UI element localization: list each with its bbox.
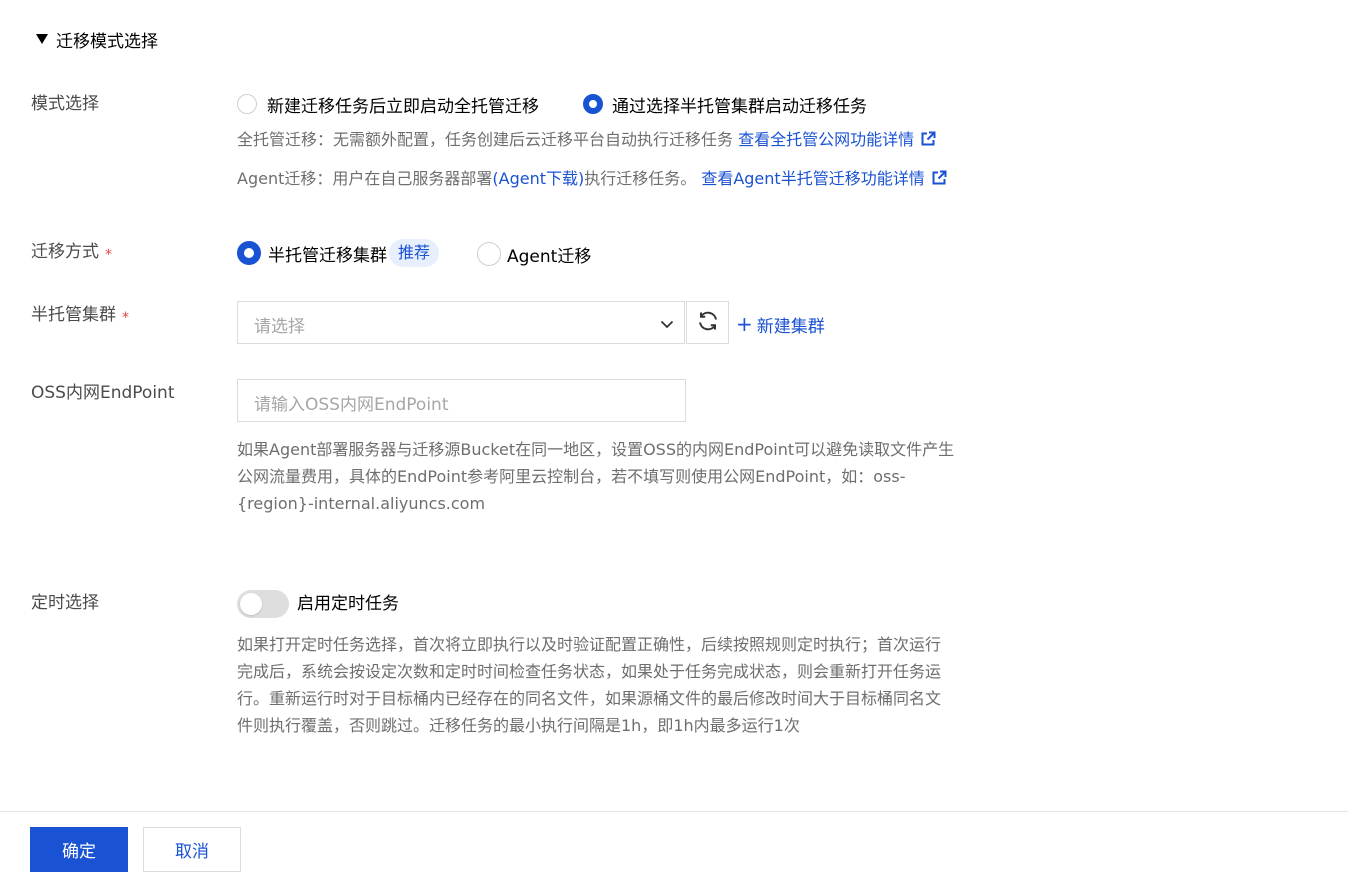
external-link-icon[interactable] [931, 170, 947, 192]
toggle-knob [240, 593, 262, 615]
tip-agent-text: Agent迁移：用户在自己服务器部署 [237, 169, 493, 188]
required-mark: * [105, 247, 112, 263]
mode-option-semi[interactable]: 通过选择半托管集群启动迁移任务 [583, 91, 867, 117]
schedule-help-line: 行。重新运行时对于目标桶内已经存在的同名文件，如果源桶文件的最后修改时间大于目标… [237, 689, 942, 708]
tip-agent-middle: 执行迁移任务。 [584, 169, 702, 188]
section-header[interactable]: 迁移模式选择 [34, 27, 158, 52]
chevron-down-icon [660, 316, 674, 335]
cluster-select-placeholder: 请选择 [254, 317, 305, 337]
section-title: 迁移模式选择 [56, 31, 158, 52]
confirm-button[interactable]: 确定 [30, 827, 128, 872]
cancel-button[interactable]: 取消 [143, 827, 241, 872]
method-option-semi-label: 半托管迁移集群 [268, 245, 387, 266]
mode-option-full[interactable]: 新建迁移任务后立即启动全托管迁移 [237, 91, 539, 117]
tip-full-text: 全托管迁移：无需额外配置，任务创建后云迁移平台自动执行迁移任务 [237, 130, 739, 149]
endpoint-help-line: {region}-internal.aliyuncs.com [237, 494, 486, 513]
method-option-agent[interactable]: Agent迁移 [477, 241, 591, 267]
external-link-icon[interactable] [920, 131, 936, 153]
schedule-help-line: 如果打开定时任务选择，首次将立即执行以及时验证配置正确性，后续按照规则定时执行；… [237, 635, 942, 654]
schedule-toggle[interactable] [237, 590, 289, 618]
method-option-agent-radio[interactable] [477, 242, 501, 266]
mode-option-full-label: 新建迁移任务后立即启动全托管迁移 [267, 96, 539, 117]
endpoint-input[interactable]: 请输入OSS内网EndPoint [237, 379, 686, 422]
plus-icon: + [736, 312, 753, 336]
method-option-agent-label: Agent迁移 [507, 246, 592, 267]
new-cluster-label: 新建集群 [756, 316, 825, 337]
mode-option-semi-label: 通过选择半托管集群启动迁移任务 [612, 96, 867, 117]
refresh-cluster-button[interactable] [686, 301, 729, 344]
endpoint-label: OSS内网EndPoint [31, 383, 175, 403]
full-managed-detail-link[interactable]: 查看全托管公网功能详情 [738, 130, 914, 149]
tip-full-managed: 全托管迁移：无需额外配置，任务创建后云迁移平台自动执行迁移任务 查看全托管公网功… [237, 129, 936, 151]
required-mark: * [122, 310, 129, 326]
endpoint-help-line: 如果Agent部署服务器与迁移源Bucket在同一地区，设置OSS的内网EndP… [237, 440, 955, 459]
agent-download-link[interactable]: (Agent下载) [492, 169, 584, 188]
schedule-help-line: 件则执行覆盖，否则跳过。迁移任务的最小执行间隔是1h，即1h内最多运行1次 [237, 716, 800, 735]
method-label-text: 迁移方式 [31, 242, 99, 262]
tip-agent: Agent迁移：用户在自己服务器部署(Agent下载)执行迁移任务。 查看Age… [237, 168, 947, 190]
schedule-help-line: 完成后，系统会按设定次数和定时时间检查任务状态，如果处于任务完成状态，则会重新打… [237, 662, 942, 681]
schedule-help-text: 如果打开定时任务选择，首次将立即执行以及时验证配置正确性，后续按照规则定时执行；… [237, 631, 1037, 739]
schedule-label: 定时选择 [31, 593, 99, 613]
caret-down-icon [36, 34, 48, 44]
method-label: 迁移方式 * [31, 240, 112, 264]
cluster-label-text: 半托管集群 [31, 305, 116, 325]
schedule-toggle-label: 启用定时任务 [297, 594, 399, 614]
recommend-badge: 推荐 [389, 239, 440, 267]
new-cluster-button[interactable]: + 新建集群 [736, 312, 825, 337]
endpoint-help-line: 公网流量费用，具体的EndPoint参考阿里云控制台，若不填写则使用公网EndP… [237, 467, 906, 486]
mode-option-semi-radio[interactable] [583, 94, 603, 114]
cluster-select[interactable]: 请选择 [237, 301, 685, 344]
method-option-semi[interactable]: 半托管迁移集群 推荐 [237, 238, 440, 268]
agent-detail-link[interactable]: 查看Agent半托管迁移功能详情 [701, 169, 924, 188]
endpoint-input-placeholder: 请输入OSS内网EndPoint [254, 395, 449, 415]
cluster-label: 半托管集群 * [31, 303, 129, 327]
mode-option-full-radio[interactable] [237, 94, 257, 114]
mode-label: 模式选择 [31, 94, 99, 114]
refresh-icon [696, 309, 720, 337]
endpoint-help-text: 如果Agent部署服务器与迁移源Bucket在同一地区，设置OSS的内网EndP… [237, 436, 1037, 517]
method-option-semi-radio[interactable] [237, 241, 261, 265]
